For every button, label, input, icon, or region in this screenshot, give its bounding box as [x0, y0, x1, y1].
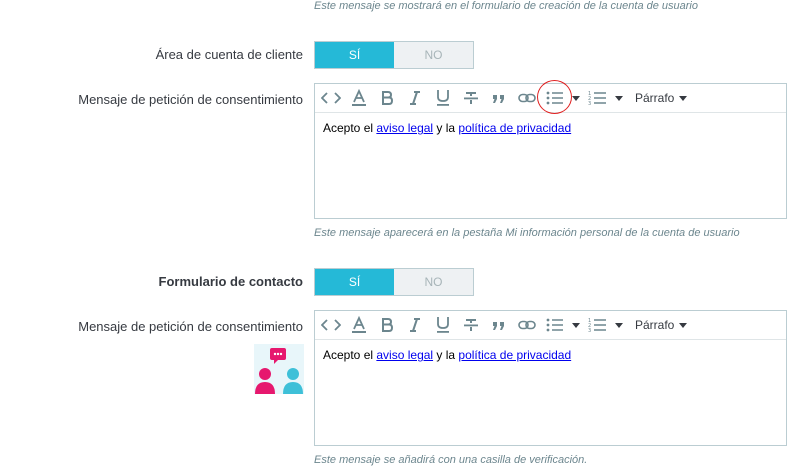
contact-consent-help-text: Este mensaje se añadirá con una casilla …: [314, 454, 588, 466]
underline-icon[interactable]: [433, 314, 453, 336]
numbered-list-dropdown[interactable]: [610, 87, 623, 109]
chevron-down-icon: [572, 322, 580, 328]
code-icon[interactable]: [321, 87, 341, 109]
contact-form-switch[interactable]: SÍ NO: [314, 268, 474, 296]
contact-illustration-icon: [254, 344, 304, 394]
numbered-list-dropdown[interactable]: [610, 314, 623, 336]
strikethrough-icon[interactable]: [461, 314, 481, 336]
editor-text: y la: [433, 121, 459, 135]
numbered-list-icon[interactable]: 123: [588, 314, 608, 336]
chevron-down-icon: [679, 322, 688, 328]
underline-icon[interactable]: [433, 87, 453, 109]
editor-toolbar: 123 Párrafo: [315, 84, 786, 113]
editor-content[interactable]: Acepto el aviso legal y la política de p…: [315, 340, 786, 370]
code-icon[interactable]: [321, 314, 341, 336]
chevron-down-icon: [615, 95, 623, 101]
italic-icon[interactable]: [405, 87, 425, 109]
bold-icon[interactable]: [377, 314, 397, 336]
italic-icon[interactable]: [405, 314, 425, 336]
consent-help-text: Este mensaje aparecerá en la pestaña Mi …: [314, 227, 740, 239]
contact-form-label: Formulario de contacto: [158, 274, 303, 289]
bullet-list-icon[interactable]: [545, 87, 565, 109]
bullet-list-icon[interactable]: [545, 314, 565, 336]
text-color-icon[interactable]: [349, 87, 369, 109]
bullet-list-dropdown[interactable]: [567, 87, 580, 109]
chevron-down-icon: [572, 95, 580, 101]
bold-icon[interactable]: [377, 87, 397, 109]
text-color-icon[interactable]: [349, 314, 369, 336]
svg-text:3: 3: [588, 101, 591, 106]
format-select[interactable]: Párrafo: [635, 314, 688, 336]
chevron-down-icon: [679, 95, 688, 101]
customer-account-help-top: Este mensaje se mostrará en el formulari…: [314, 0, 698, 12]
chevron-down-icon: [615, 322, 623, 328]
editor-text: Acepto el: [323, 121, 377, 135]
format-select[interactable]: Párrafo: [635, 87, 688, 109]
svg-text:3: 3: [588, 328, 591, 333]
legal-notice-link[interactable]: aviso legal: [376, 348, 433, 362]
quote-icon[interactable]: [489, 314, 509, 336]
format-select-label: Párrafo: [635, 91, 675, 105]
switch-yes[interactable]: SÍ: [315, 42, 394, 68]
privacy-policy-link[interactable]: política de privacidad: [458, 121, 571, 135]
customer-area-switch[interactable]: SÍ NO: [314, 41, 474, 69]
strikethrough-icon[interactable]: [461, 87, 481, 109]
customer-area-label: Área de cuenta de cliente: [155, 47, 303, 62]
bullet-list-dropdown[interactable]: [567, 314, 580, 336]
editor-text: Acepto el: [323, 348, 377, 362]
switch-no[interactable]: NO: [394, 42, 473, 68]
editor-text: y la: [433, 348, 459, 362]
contact-consent-editor[interactable]: 123 Párrafo Acepto el aviso legal y la p…: [314, 310, 787, 446]
editor-toolbar: 123 Párrafo: [315, 311, 786, 340]
editor-content[interactable]: Acepto el aviso legal y la política de p…: [315, 113, 786, 143]
consent-message-editor[interactable]: 123 Párrafo Acepto el aviso legal y la p…: [314, 83, 787, 219]
quote-icon[interactable]: [489, 87, 509, 109]
consent-message-label: Mensaje de petición de consentimiento: [78, 319, 303, 334]
privacy-policy-link[interactable]: política de privacidad: [458, 348, 571, 362]
consent-message-label: Mensaje de petición de consentimiento: [78, 92, 303, 107]
legal-notice-link[interactable]: aviso legal: [376, 121, 433, 135]
switch-no[interactable]: NO: [394, 269, 473, 295]
format-select-label: Párrafo: [635, 318, 675, 332]
switch-yes[interactable]: SÍ: [315, 269, 394, 295]
link-icon[interactable]: [517, 87, 537, 109]
link-icon[interactable]: [517, 314, 537, 336]
numbered-list-icon[interactable]: 123: [588, 87, 608, 109]
